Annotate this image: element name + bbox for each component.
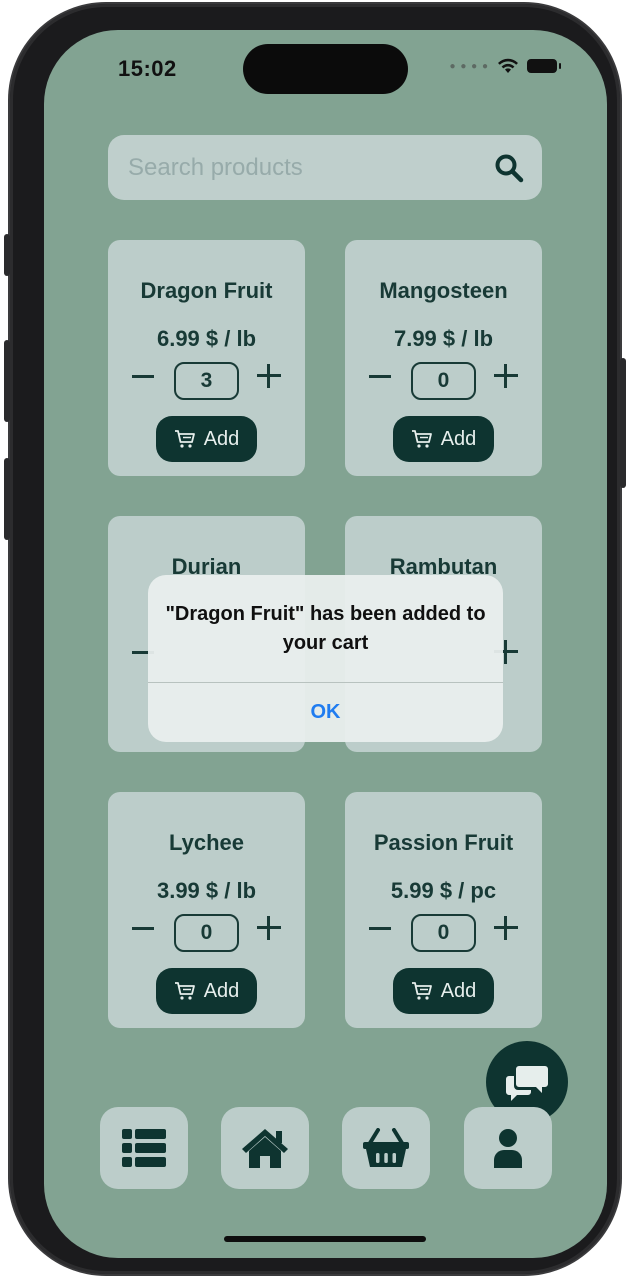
product-price: 3.99 $ / lb bbox=[156, 878, 257, 903]
quantity-field[interactable]: 0 bbox=[174, 914, 239, 952]
increase-button[interactable] bbox=[494, 916, 518, 940]
home-icon bbox=[242, 1129, 288, 1168]
chat-bubbles-icon bbox=[506, 1066, 548, 1101]
battery-icon bbox=[527, 59, 561, 73]
cart-icon bbox=[174, 430, 195, 448]
cellular-signal-icon: ● ● ● ● bbox=[449, 60, 489, 72]
nav-home[interactable] bbox=[221, 1107, 309, 1189]
decrease-button[interactable] bbox=[132, 927, 154, 930]
alert-dialog: "Dragon Fruit" has been added to your ca… bbox=[148, 575, 503, 742]
quantity-stepper: 0 bbox=[345, 360, 542, 400]
nav-cart[interactable] bbox=[342, 1107, 430, 1189]
status-time: 15:02 bbox=[118, 56, 177, 81]
increase-button[interactable] bbox=[257, 364, 281, 388]
product-card: Passion Fruit 5.99 $ / pc 0 Add bbox=[345, 792, 542, 1028]
phone-frame: 15:02 ● ● ● ● Dragon Fruit 6.99 $ / lb bbox=[4, 4, 626, 1274]
list-icon bbox=[122, 1129, 166, 1167]
decrease-button[interactable] bbox=[369, 927, 391, 930]
quantity-field[interactable]: 0 bbox=[411, 914, 476, 952]
power-button bbox=[620, 358, 626, 488]
add-to-cart-button[interactable]: Add bbox=[156, 968, 257, 1014]
add-to-cart-button[interactable]: Add bbox=[393, 416, 494, 462]
product-name: Lychee bbox=[168, 830, 244, 855]
home-indicator bbox=[224, 1236, 426, 1242]
product-price: 5.99 $ / pc bbox=[390, 878, 497, 903]
search-bar[interactable] bbox=[108, 135, 542, 200]
add-to-cart-button[interactable]: Add bbox=[393, 968, 494, 1014]
quantity-stepper: 0 bbox=[108, 912, 305, 952]
product-price: 6.99 $ / lb bbox=[156, 326, 257, 351]
search-input[interactable] bbox=[128, 135, 478, 200]
cart-icon bbox=[411, 430, 432, 448]
add-button-label: Add bbox=[203, 979, 240, 1002]
product-card: Dragon Fruit 6.99 $ / lb 3 Add bbox=[108, 240, 305, 476]
quantity-field[interactable]: 0 bbox=[411, 362, 476, 400]
product-card: Mangosteen 7.99 $ / lb 0 Add bbox=[345, 240, 542, 476]
decrease-button[interactable] bbox=[132, 375, 154, 378]
quantity-stepper: 3 bbox=[108, 360, 305, 400]
volume-up-button bbox=[4, 340, 10, 422]
cart-icon bbox=[411, 982, 432, 1000]
product-name: Mangosteen bbox=[379, 278, 508, 303]
cart-icon bbox=[174, 982, 195, 1000]
product-name: Passion Fruit bbox=[373, 830, 514, 855]
increase-button[interactable] bbox=[494, 364, 518, 388]
increase-button[interactable] bbox=[257, 916, 281, 940]
product-price: 7.99 $ / lb bbox=[393, 326, 494, 351]
dynamic-island bbox=[243, 44, 408, 94]
quantity-stepper: 0 bbox=[345, 912, 542, 952]
product-card: Lychee 3.99 $ / lb 0 Add bbox=[108, 792, 305, 1028]
decrease-button[interactable] bbox=[369, 375, 391, 378]
status-icons: ● ● ● ● bbox=[449, 58, 561, 74]
nav-profile[interactable] bbox=[464, 1107, 552, 1189]
add-to-cart-button[interactable]: Add bbox=[156, 416, 257, 462]
screen: 15:02 ● ● ● ● Dragon Fruit 6.99 $ / lb bbox=[44, 30, 607, 1258]
action-button bbox=[4, 234, 10, 276]
alert-ok-button[interactable]: OK bbox=[148, 683, 503, 742]
search-icon[interactable] bbox=[494, 153, 524, 183]
add-button-label: Add bbox=[203, 427, 240, 450]
quantity-field[interactable]: 3 bbox=[174, 362, 239, 400]
volume-down-button bbox=[4, 458, 10, 540]
product-name: Dragon Fruit bbox=[140, 278, 273, 303]
add-button-label: Add bbox=[440, 979, 477, 1002]
wifi-icon bbox=[498, 58, 518, 73]
alert-message: "Dragon Fruit" has been added to your ca… bbox=[165, 603, 486, 654]
person-icon bbox=[494, 1129, 522, 1168]
add-button-label: Add bbox=[440, 427, 477, 450]
nav-catalog[interactable] bbox=[100, 1107, 188, 1189]
basket-icon bbox=[363, 1128, 409, 1167]
